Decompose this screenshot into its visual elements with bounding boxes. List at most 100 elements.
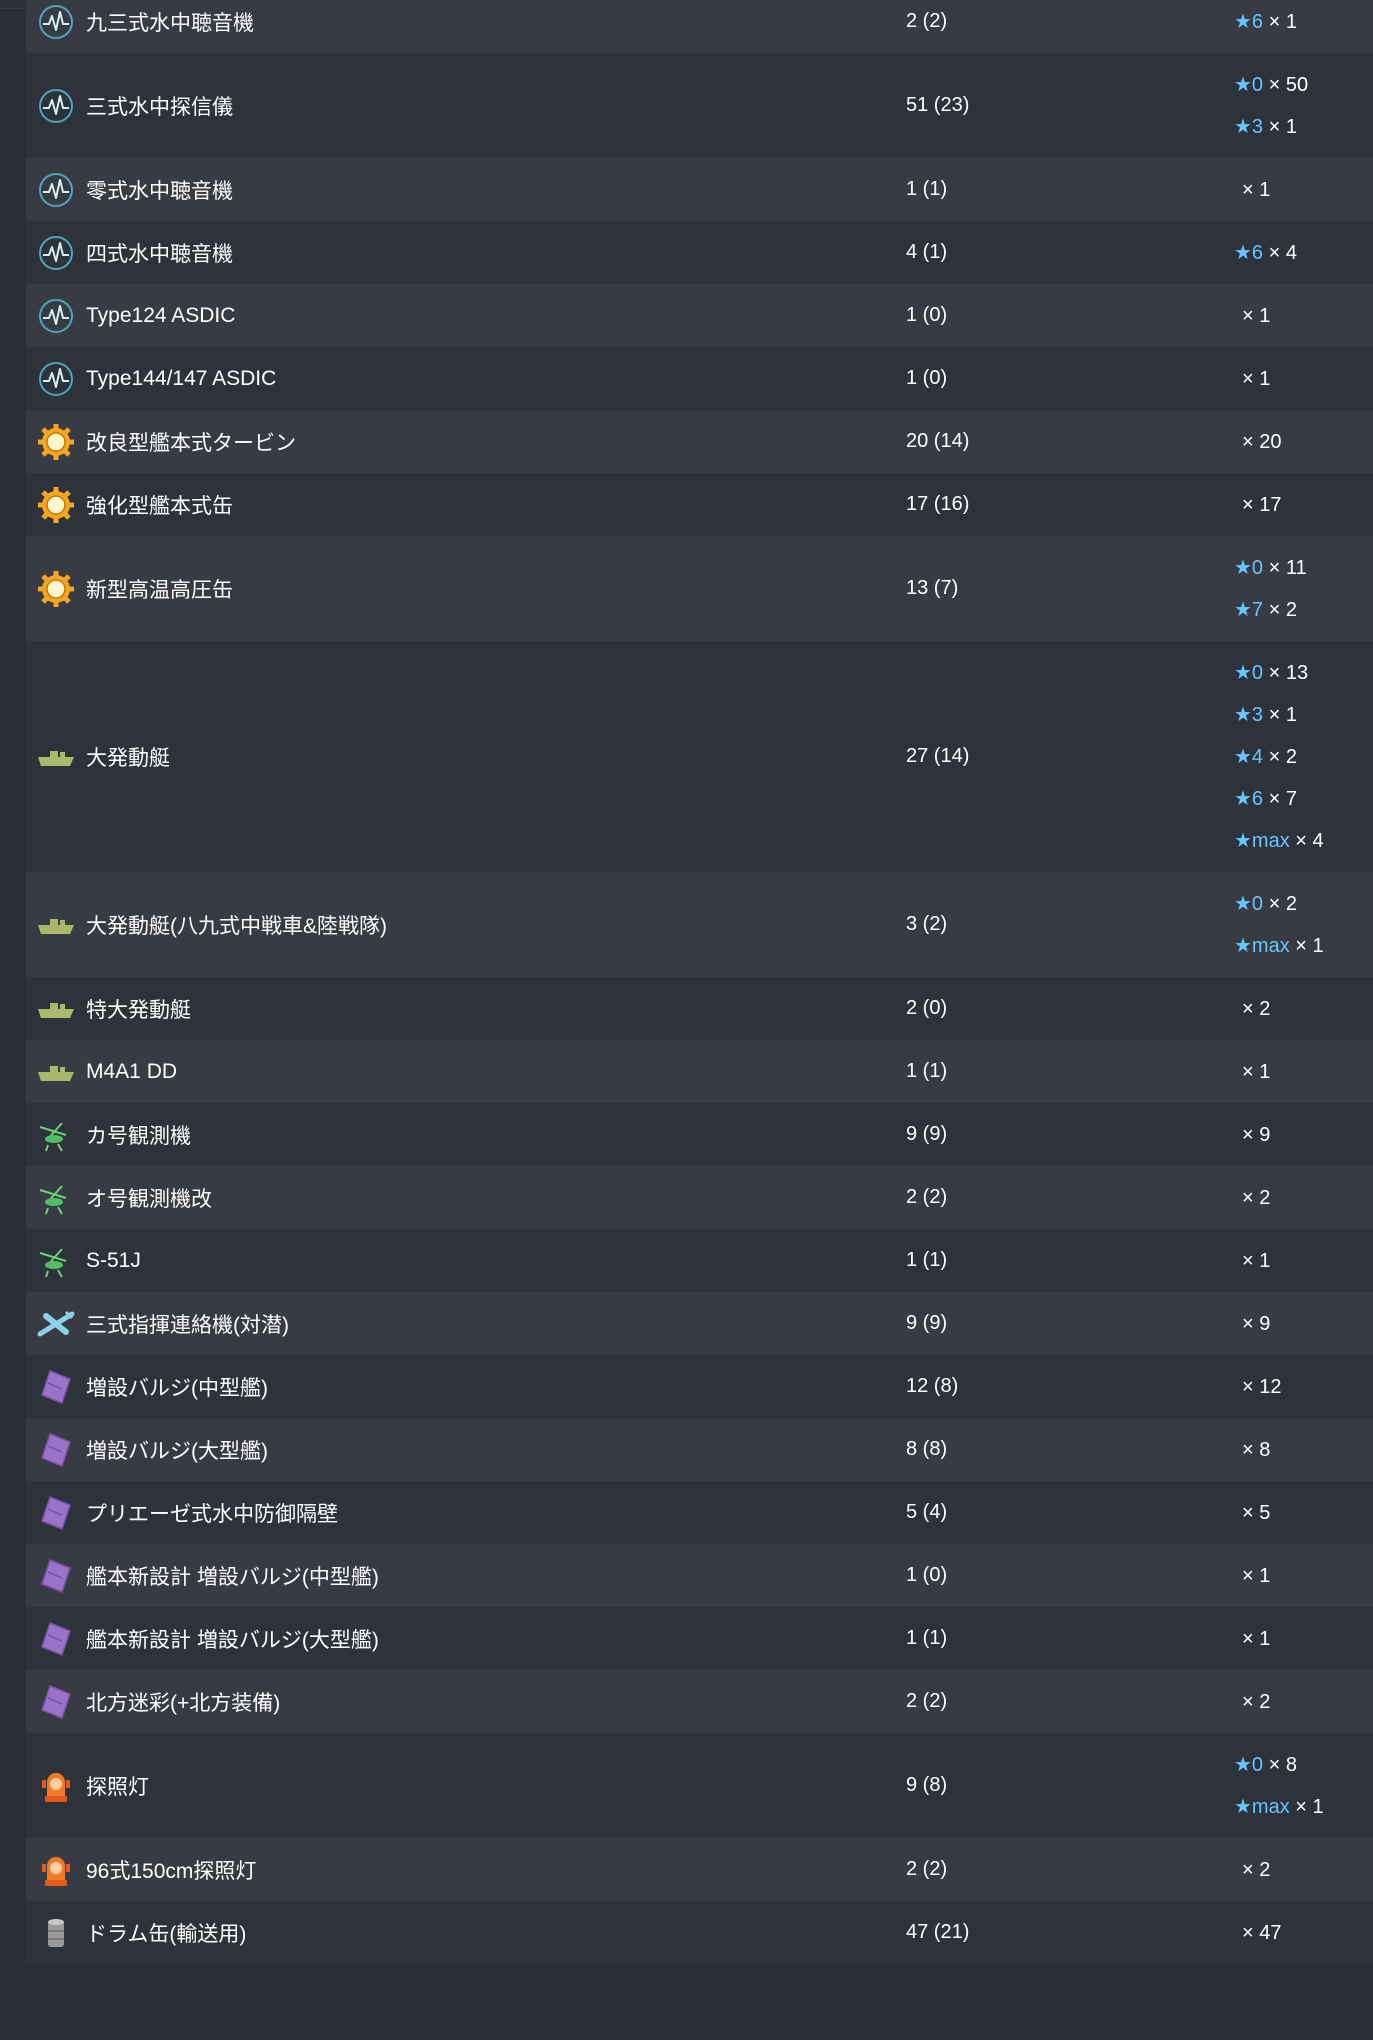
improvement-levels: × 1 xyxy=(1234,1555,1373,1597)
table-row: 四式水中聴音機 4 (1) ★6 × 4 xyxy=(26,221,1373,284)
star-quantity: × 5 xyxy=(1242,1501,1271,1524)
improvement-level-line: × 1 xyxy=(1234,1618,1373,1660)
equipment-name: 九三式水中聴音機 xyxy=(86,11,254,35)
equipment-count: 2 (2) xyxy=(906,1186,948,1208)
improvement-levels: ★0 × 2 ★max × 1 xyxy=(1234,883,1373,967)
star-quantity: × 1 xyxy=(1242,304,1271,327)
improvement-level-line: ★6 × 1 xyxy=(1234,1,1373,43)
equipment-name: ドラム缶(輸送用) xyxy=(86,1922,247,1946)
equipment-count: 17 (16) xyxy=(906,493,970,515)
star-level: ★4 xyxy=(1234,745,1264,768)
sonar-icon xyxy=(36,359,76,399)
equipment-count: 8 (8) xyxy=(906,1438,948,1460)
star-level: ★max xyxy=(1234,934,1290,957)
star-level: ★max xyxy=(1234,1795,1290,1818)
improvement-level-line: × 2 xyxy=(1234,1177,1373,1219)
equipment-name-cell: 改良型艦本式タービン xyxy=(26,422,906,462)
star-quantity: × 1 xyxy=(1268,115,1297,138)
landing-craft-icon xyxy=(36,905,76,945)
improvement-level-line: ★0 × 50 xyxy=(1234,64,1373,106)
improvement-level-line: ★max × 1 xyxy=(1234,925,1373,967)
equipment-name: 増設バルジ(大型艦) xyxy=(86,1439,268,1463)
table-row: 新型高温高圧缶 13 (7) ★0 × 11 ★7 × 2 xyxy=(26,536,1373,641)
equipment-name-cell: 増設バルジ(中型艦) xyxy=(26,1367,906,1407)
star-quantity: × 12 xyxy=(1242,1375,1282,1398)
equipment-name: 北方迷彩(+北方装備) xyxy=(86,1691,281,1715)
improvement-level-line: × 1 xyxy=(1234,295,1373,337)
star-level: ★3 xyxy=(1234,703,1264,726)
engine-icon xyxy=(36,485,76,525)
table-row: 探照灯 9 (8) ★0 × 8 ★max × 1 xyxy=(26,1733,1373,1838)
star-quantity: × 8 xyxy=(1268,1753,1297,1776)
landing-craft-icon xyxy=(36,737,76,777)
equipment-name-cell: オ号観測機改 xyxy=(26,1178,906,1218)
equipment-name: S-51J xyxy=(86,1248,141,1272)
equipment-name: 大発動艇 xyxy=(86,746,170,770)
table-row: 特大発動艇 2 (0) × 2 xyxy=(26,977,1373,1040)
autogyro-icon xyxy=(36,1241,76,1281)
improvement-level-line: × 9 xyxy=(1234,1303,1373,1345)
equipment-count: 9 (9) xyxy=(906,1123,948,1145)
improvement-level-line: × 8 xyxy=(1234,1429,1373,1471)
table-row: ドラム缶(輸送用) 47 (21) × 47 xyxy=(26,1901,1373,1964)
equipment-count: 2 (0) xyxy=(906,997,948,1019)
bulge-icon xyxy=(36,1619,76,1659)
bulge-icon xyxy=(36,1430,76,1470)
improvement-levels: × 5 xyxy=(1234,1492,1373,1534)
equipment-name: プリエーゼ式水中防御隔壁 xyxy=(86,1502,338,1526)
improvement-levels: × 47 xyxy=(1234,1912,1373,1954)
equipment-name: 改良型艦本式タービン xyxy=(86,431,296,455)
improvement-level-line: × 20 xyxy=(1234,421,1373,463)
improvement-levels: × 8 xyxy=(1234,1429,1373,1471)
improvement-level-line: × 1 xyxy=(1234,1555,1373,1597)
equipment-name-cell: 四式水中聴音機 xyxy=(26,233,906,273)
engine-icon xyxy=(36,569,76,609)
star-level: ★0 xyxy=(1234,661,1264,684)
equipment-count: 1 (1) xyxy=(906,178,948,200)
equipment-count: 4 (1) xyxy=(906,241,948,263)
equipment-name: 零式水中聴音機 xyxy=(86,179,233,203)
equipment-name-cell: 強化型艦本式缶 xyxy=(26,485,906,525)
star-quantity: × 2 xyxy=(1242,1858,1271,1881)
equipment-name-cell: 艦本新設計 増設バルジ(大型艦) xyxy=(26,1619,906,1659)
equipment-name: 三式水中探信儀 xyxy=(86,95,233,119)
drum-icon xyxy=(36,1913,76,1953)
equipment-count: 1 (0) xyxy=(906,304,948,326)
star-level: ★6 xyxy=(1234,241,1264,264)
equipment-count: 47 (21) xyxy=(906,1921,970,1943)
equipment-name: 探照灯 xyxy=(86,1775,149,1799)
equipment-count: 2 (2) xyxy=(906,1858,948,1880)
star-quantity: × 8 xyxy=(1242,1438,1271,1461)
improvement-level-line: × 47 xyxy=(1234,1912,1373,1954)
table-row: S-51J 1 (1) × 1 xyxy=(26,1229,1373,1292)
star-quantity: × 4 xyxy=(1268,241,1297,264)
searchlight-icon xyxy=(36,1766,76,1806)
liaison-plane-icon xyxy=(36,1304,76,1344)
improvement-level-line: × 1 xyxy=(1234,358,1373,400)
improvement-level-line: ★0 × 13 xyxy=(1234,652,1373,694)
star-quantity: × 17 xyxy=(1242,493,1282,516)
improvement-level-line: ★6 × 4 xyxy=(1234,232,1373,274)
equipment-name-cell: 増設バルジ(大型艦) xyxy=(26,1430,906,1470)
table-row: 96式150cm探照灯 2 (2) × 2 xyxy=(26,1838,1373,1901)
equipment-name-cell: プリエーゼ式水中防御隔壁 xyxy=(26,1493,906,1533)
star-quantity: × 47 xyxy=(1242,1921,1282,1944)
equipment-count: 1 (1) xyxy=(906,1060,948,1082)
equipment-count: 1 (1) xyxy=(906,1627,948,1649)
engine-icon xyxy=(36,422,76,462)
equipment-name: 艦本新設計 増設バルジ(中型艦) xyxy=(86,1565,379,1589)
star-quantity: × 2 xyxy=(1242,1186,1271,1209)
star-quantity: × 2 xyxy=(1268,892,1297,915)
star-quantity: × 1 xyxy=(1242,1060,1271,1083)
equipment-count: 9 (8) xyxy=(906,1774,948,1796)
star-quantity: × 9 xyxy=(1242,1312,1271,1335)
star-quantity: × 11 xyxy=(1268,556,1307,579)
equipment-name-cell: 零式水中聴音機 xyxy=(26,170,906,210)
improvement-levels: ★0 × 50 ★3 × 1 xyxy=(1234,64,1373,148)
improvement-level-line: ★3 × 1 xyxy=(1234,694,1373,736)
improvement-levels: × 2 xyxy=(1234,1177,1373,1219)
star-quantity: × 1 xyxy=(1242,178,1271,201)
sonar-icon xyxy=(36,86,76,126)
star-quantity: × 1 xyxy=(1295,934,1324,957)
equipment-count: 27 (14) xyxy=(906,745,970,767)
